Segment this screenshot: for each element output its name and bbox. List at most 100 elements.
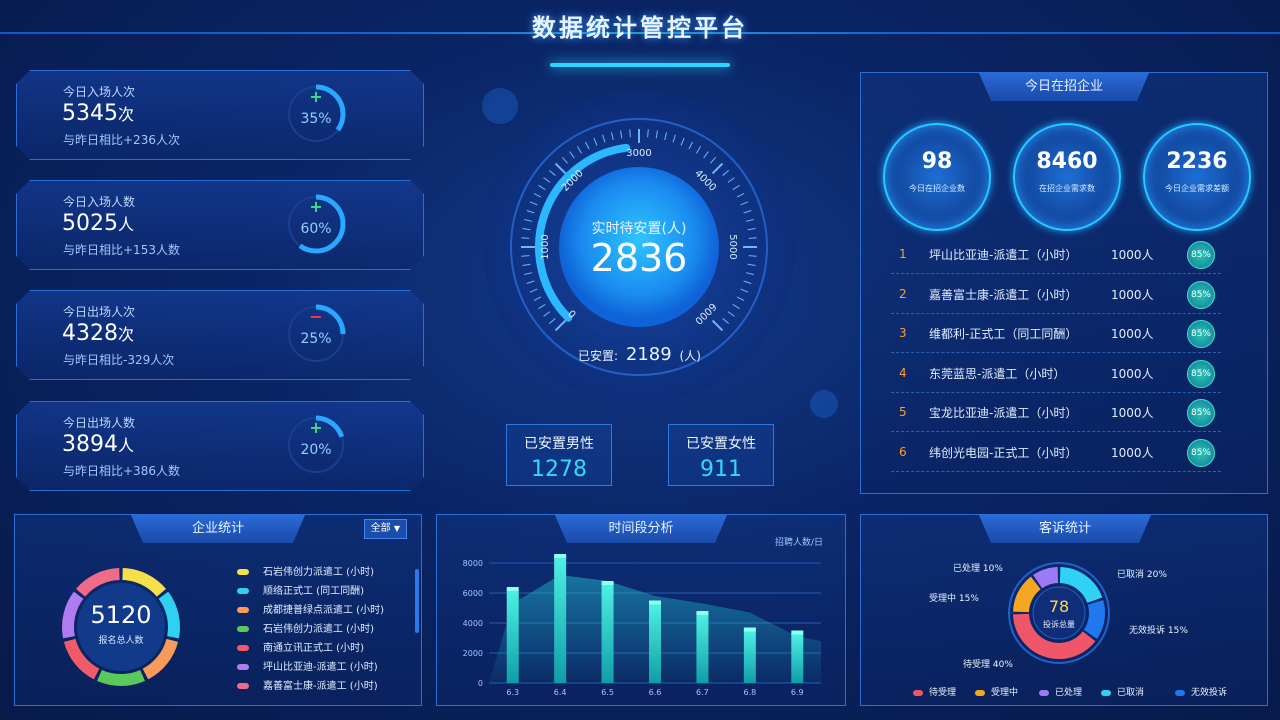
legend-swatch <box>237 588 249 594</box>
stat-card-label: 今日出场人次 <box>63 305 136 319</box>
enterprise-panel-title: 今日在招企业 <box>979 73 1149 101</box>
female-box: 已安置女性 911 <box>668 424 774 486</box>
stat-card-sign: + <box>309 418 323 437</box>
stat-card-value: 5345次 <box>62 101 134 126</box>
legend-swatch <box>237 569 249 575</box>
legend-label: 坪山比亚迪-派遣工 (小时) <box>263 662 378 673</box>
chart-xtick-label: 6.6 <box>649 688 662 697</box>
legend-label: 成都捷普绿点派遣工 (小时) <box>263 605 384 616</box>
chart-bar-cap <box>601 581 614 585</box>
legend-label: 南通立讯正式工 (小时) <box>263 643 364 654</box>
chart-bar <box>791 633 804 683</box>
enterprise-count: 1000人 <box>1111 406 1154 421</box>
filter-dropdown[interactable]: 全部 ▼ <box>363 519 407 539</box>
chart-xtick-label: 6.8 <box>743 688 756 697</box>
enterprise-fill-badge: 85% <box>1187 439 1215 467</box>
enterprise-fill-badge: 85% <box>1187 280 1215 309</box>
complaints-legend-item: 无效投诉 <box>1175 685 1227 698</box>
company-legend-item: 顺络正式工 (同工同酬) <box>237 582 364 597</box>
chart-xtick-label: 6.4 <box>554 688 567 697</box>
enterprise-fill-badge: 85% <box>1187 241 1215 269</box>
company-legend-item: 南通立讯正式工 (小时) <box>237 639 364 654</box>
chart-ytick-label: 6000 <box>463 589 483 598</box>
bg-glow-2 <box>810 390 838 418</box>
enterprise-row[interactable]: 2 嘉善富士康-派遣工（小时） 1000人 85% <box>891 275 1221 314</box>
company-total-label: 报名总人数 <box>98 636 144 646</box>
chart-bar <box>554 557 567 683</box>
enterprise-rank: 6 <box>899 445 907 459</box>
legend-swatch <box>237 683 249 689</box>
complaints-legend-item: 受理中 <box>975 685 1018 698</box>
stat-card-unit: 人 <box>118 436 135 455</box>
complaints-legend-item: 已取消 <box>1101 685 1144 698</box>
legend-swatch <box>237 645 249 651</box>
chart-bar-cap <box>791 630 804 635</box>
male-box: 已安置男性 1278 <box>506 424 612 486</box>
chart-bar <box>649 603 661 683</box>
kpi-circle: 2236 今日企业需求差额 <box>1143 123 1251 231</box>
company-stats-panel: 企业统计 全部 ▼ 5120 报名总人数 石岩伟创力派遣工 (小时) 顺络正式工 … <box>14 514 422 706</box>
stat-card-percent: 35% <box>300 111 332 127</box>
stat-card-unit: 次 <box>118 105 135 124</box>
stat-card-percent: 25% <box>300 331 332 347</box>
stat-card-number: 3894 <box>62 432 118 457</box>
stat-card-compare: 与昨日相比+386人数 <box>63 464 180 478</box>
placed-unit: (人) <box>679 349 701 363</box>
slice-label-invalid: 无效投诉 15% <box>1129 626 1188 636</box>
enterprise-row[interactable]: 4 东莞蓝思-派遣工（小时） 1000人 85% <box>891 354 1221 393</box>
page-title: 数据统计管控平台 <box>532 14 748 42</box>
gauge-tick <box>629 129 631 138</box>
complaints-panel: 客诉统计 78 投诉总量 已处理 10% 已取消 20% 受理中 15% 无效投… <box>860 514 1268 706</box>
enterprise-count: 1000人 <box>1111 287 1154 302</box>
company-stats-title: 企业统计 <box>131 515 305 543</box>
enterprise-fill-badge: 85% <box>1187 359 1215 388</box>
legend-label: 石岩伟创力派遣工 (小时) <box>263 567 374 578</box>
legend-scrollbar[interactable] <box>415 569 419 633</box>
company-legend-item: 成都捷普绿点派遣工 (小时) <box>237 601 384 616</box>
enterprise-row[interactable]: 6 纬创光电园-正式工（小时） 1000人 85% <box>891 433 1221 472</box>
kpi-value: 8460 <box>1036 149 1098 174</box>
enterprise-panel: 今日在招企业 98 今日在招企业数 8460 在招企业需求数 2236 今日企业需求… <box>860 72 1268 494</box>
gauge-value: 2836 <box>590 236 688 280</box>
slice-label-pending: 待受理 40% <box>963 660 1013 670</box>
enterprise-row[interactable]: 1 坪山比亚迪-派遣工（小时） 1000人 85% <box>891 235 1221 274</box>
placed-label: 已安置: <box>578 349 619 363</box>
enterprise-name: 坪山比亚迪-派遣工（小时） <box>929 248 1078 262</box>
stat-card-compare: 与昨日相比-329人次 <box>63 353 175 367</box>
enterprise-rank: 3 <box>899 326 907 341</box>
stat-card-percent: 20% <box>300 442 332 458</box>
chart-bar-cap <box>554 554 567 558</box>
enterprise-rank: 1 <box>899 247 907 261</box>
enterprise-name: 嘉善富士康-派遣工（小时） <box>929 287 1078 302</box>
legend-swatch <box>975 689 985 696</box>
chart-xtick-label: 6.3 <box>506 688 519 697</box>
legend-label: 嘉善富士康-派遣工 (小时) <box>263 681 378 692</box>
stat-card-label: 今日出场人数 <box>63 416 136 430</box>
chart-ytick-label: 8000 <box>463 559 483 568</box>
stat-card: 今日出场人数 3894人 与昨日相比+386人数 + 20% <box>16 401 424 491</box>
enterprise-fill-badge: 85% <box>1187 399 1215 428</box>
stat-card-percent: 60% <box>300 221 332 237</box>
kpi-label: 今日企业需求差额 <box>1165 184 1229 193</box>
chart-ytick-label: 0 <box>478 679 483 688</box>
filter-dropdown-value: 全部 <box>370 523 391 534</box>
kpi-circle: 8460 在招企业需求数 <box>1013 123 1121 231</box>
kpi-value: 2236 <box>1166 149 1228 174</box>
chart-ytick-label: 2000 <box>463 649 483 658</box>
enterprise-row[interactable]: 3 维都利-正式工（同工同酬） 1000人 85% <box>891 314 1221 354</box>
stat-card-sign: − <box>309 307 323 326</box>
legend-label: 顺络正式工 (同工同酬) <box>263 586 364 597</box>
legend-swatch <box>237 607 249 613</box>
chart-bar-cap <box>696 611 709 615</box>
female-label: 已安置女性 <box>686 436 756 452</box>
stat-card-sign: + <box>309 197 323 216</box>
complaints-total: 78 <box>1048 597 1070 616</box>
chart-bar-cap <box>506 587 519 591</box>
chart-ytick-label: 4000 <box>463 619 483 628</box>
enterprise-row[interactable]: 5 宝龙比亚迪-派遣工（小时） 1000人 85% <box>891 393 1221 433</box>
complaints-donut-slice <box>1033 567 1059 589</box>
kpi-value: 98 <box>921 149 953 174</box>
stat-card-value: 3894人 <box>62 432 134 457</box>
legend-swatch <box>1175 689 1185 696</box>
stat-card-ring: + 60% <box>285 193 347 255</box>
